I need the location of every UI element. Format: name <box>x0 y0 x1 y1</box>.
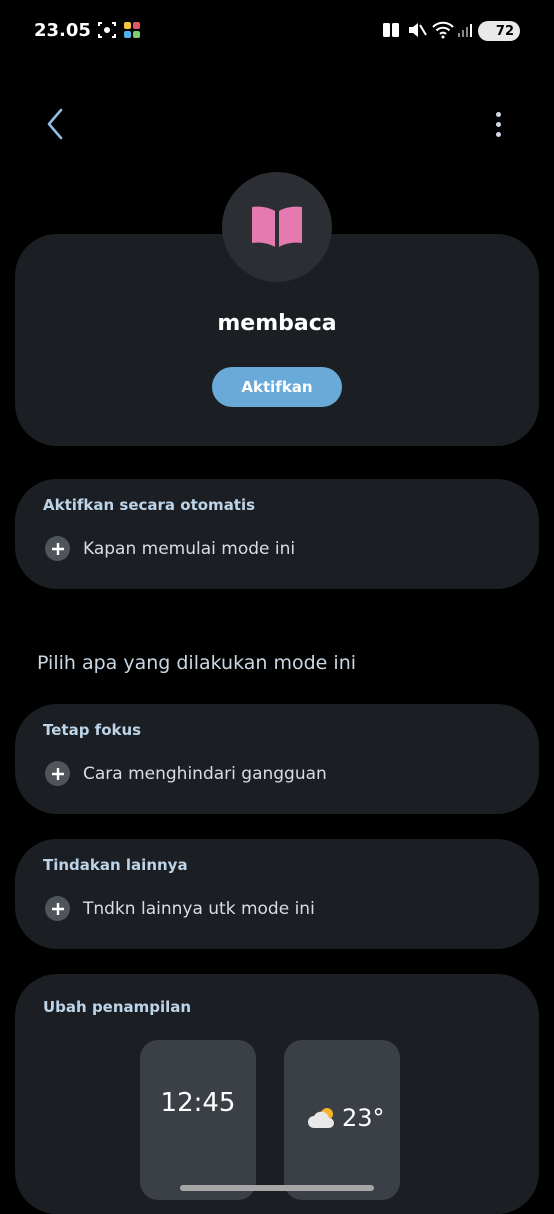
home-indicator[interactable] <box>180 1185 374 1191</box>
other-actions-title: Tindakan lainnya <box>43 856 188 874</box>
avoid-distractions-label: Cara menghindari gangguan <box>83 763 327 784</box>
preview-weather: 23° <box>306 1104 385 1132</box>
back-button[interactable] <box>40 104 70 144</box>
partly-cloudy-icon <box>308 1108 334 1128</box>
start-mode-label: Kapan memulai mode ini <box>83 538 296 559</box>
other-actions-row[interactable]: Tndkn lainnya utk mode ini <box>45 896 315 921</box>
more-options-button[interactable] <box>484 104 512 144</box>
start-mode-row[interactable]: Kapan memulai mode ini <box>45 536 295 561</box>
mode-title: membaca <box>217 311 337 336</box>
auto-activate-title: Aktifkan secara otomatis <box>43 496 256 514</box>
vibrate-icon <box>380 20 402 40</box>
wifi-icon <box>430 20 456 40</box>
activate-button[interactable]: Aktifkan <box>212 367 342 407</box>
more-vert-icon <box>495 111 501 117</box>
app-grid-icon <box>122 20 142 40</box>
avoid-distractions-row[interactable]: Cara menghindari gangguan <box>45 761 327 786</box>
book-icon <box>252 206 302 247</box>
mode-icon-circle[interactable] <box>222 172 332 282</box>
preview-temperature: 23° <box>342 1104 385 1132</box>
chevron-left-icon <box>47 108 63 140</box>
other-actions-label: Tndkn lainnya utk mode ini <box>83 898 315 919</box>
mute-icon <box>406 20 428 40</box>
plus-icon <box>45 536 70 561</box>
plus-icon <box>45 761 70 786</box>
battery-level: 72 <box>495 23 514 39</box>
lock-screen-preview[interactable] <box>140 1040 256 1200</box>
preview-clock: 12:45 <box>160 1088 236 1118</box>
status-time: 23.05 <box>34 20 91 41</box>
choose-actions-heading: Pilih apa yang dilakukan mode ini <box>37 652 357 674</box>
screen-capture-icon <box>96 20 118 40</box>
signal-icon <box>456 20 474 40</box>
battery-indicator: 72 <box>478 21 520 41</box>
stay-focused-title: Tetap fokus <box>43 721 142 739</box>
change-appearance-title: Ubah penampilan <box>43 998 192 1016</box>
plus-icon <box>45 896 70 921</box>
